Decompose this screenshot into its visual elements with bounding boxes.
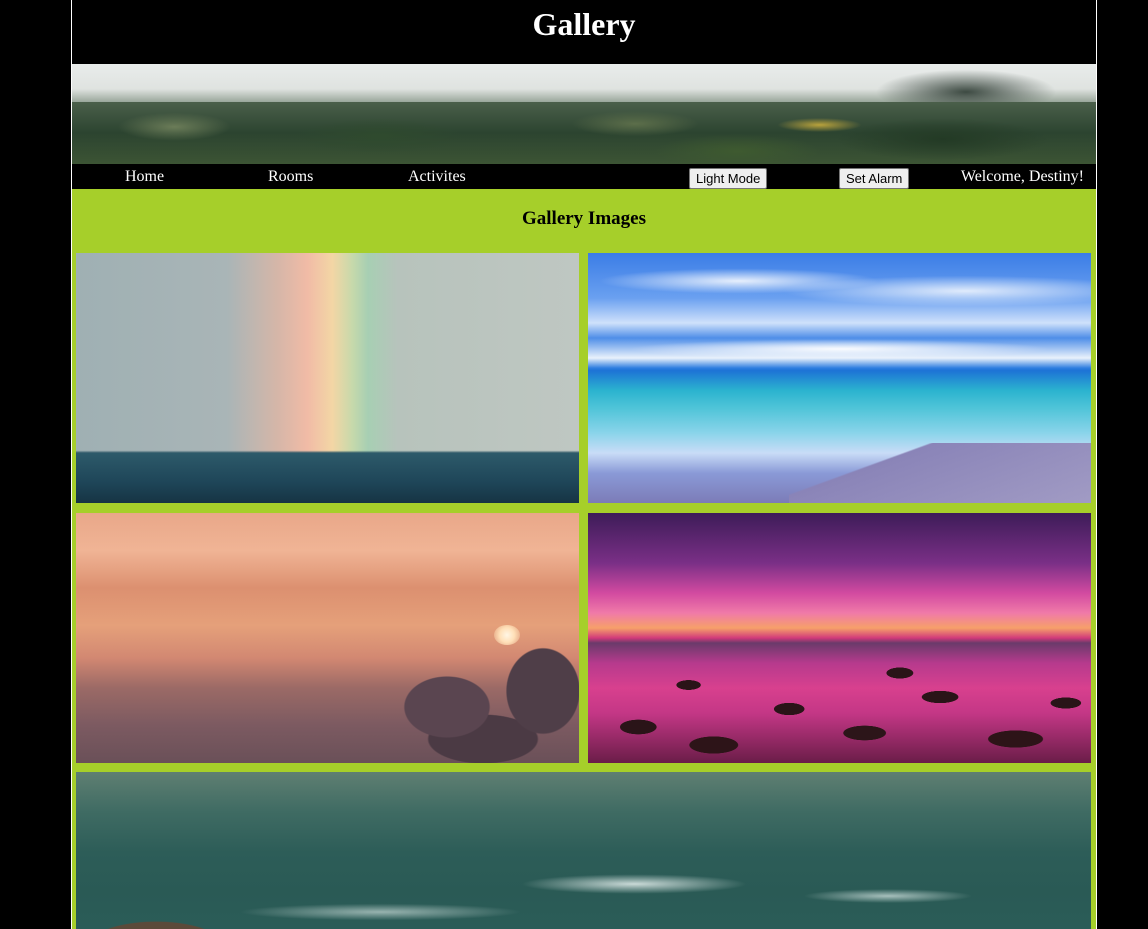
beach-clouds: [588, 261, 1091, 361]
welcome-message: Welcome, Destiny!: [960, 168, 1084, 185]
sunset-trees: [339, 603, 579, 763]
banner-hills: [72, 102, 1096, 164]
rainbow-sea-water: [76, 453, 579, 503]
gallery-image-rocky-shore-sunset[interactable]: [588, 513, 1091, 763]
nav-link-rooms[interactable]: Rooms: [268, 168, 313, 186]
gallery-image-ocean-waves[interactable]: [76, 772, 1091, 929]
gallery-section: Gallery Images: [72, 189, 1096, 929]
navbar: Home Rooms Activites Light Mode Set Alar…: [72, 164, 1096, 189]
set-alarm-button[interactable]: Set Alarm: [839, 168, 910, 189]
site-header: Gallery: [72, 0, 1096, 64]
page-container: Gallery Home Rooms Activites Light Mode …: [71, 0, 1097, 929]
gallery-image-beach-waves[interactable]: [588, 253, 1091, 503]
section-title: Gallery Images: [521, 208, 646, 229]
gallery-image-misty-sunset[interactable]: [76, 513, 579, 763]
gallery-image-rainbow-sea[interactable]: [76, 253, 579, 503]
nav-link-activities[interactable]: Activites: [408, 168, 466, 186]
shore-rocks: [588, 643, 1091, 763]
page-title: Gallery: [532, 6, 636, 42]
beach-sand: [789, 443, 1091, 503]
header-banner-image: [72, 64, 1096, 164]
ocean-rock: [76, 892, 276, 929]
nav-link-home[interactable]: Home: [125, 168, 164, 186]
light-mode-button[interactable]: Light Mode: [689, 168, 768, 189]
banner-trees: [836, 64, 1096, 104]
